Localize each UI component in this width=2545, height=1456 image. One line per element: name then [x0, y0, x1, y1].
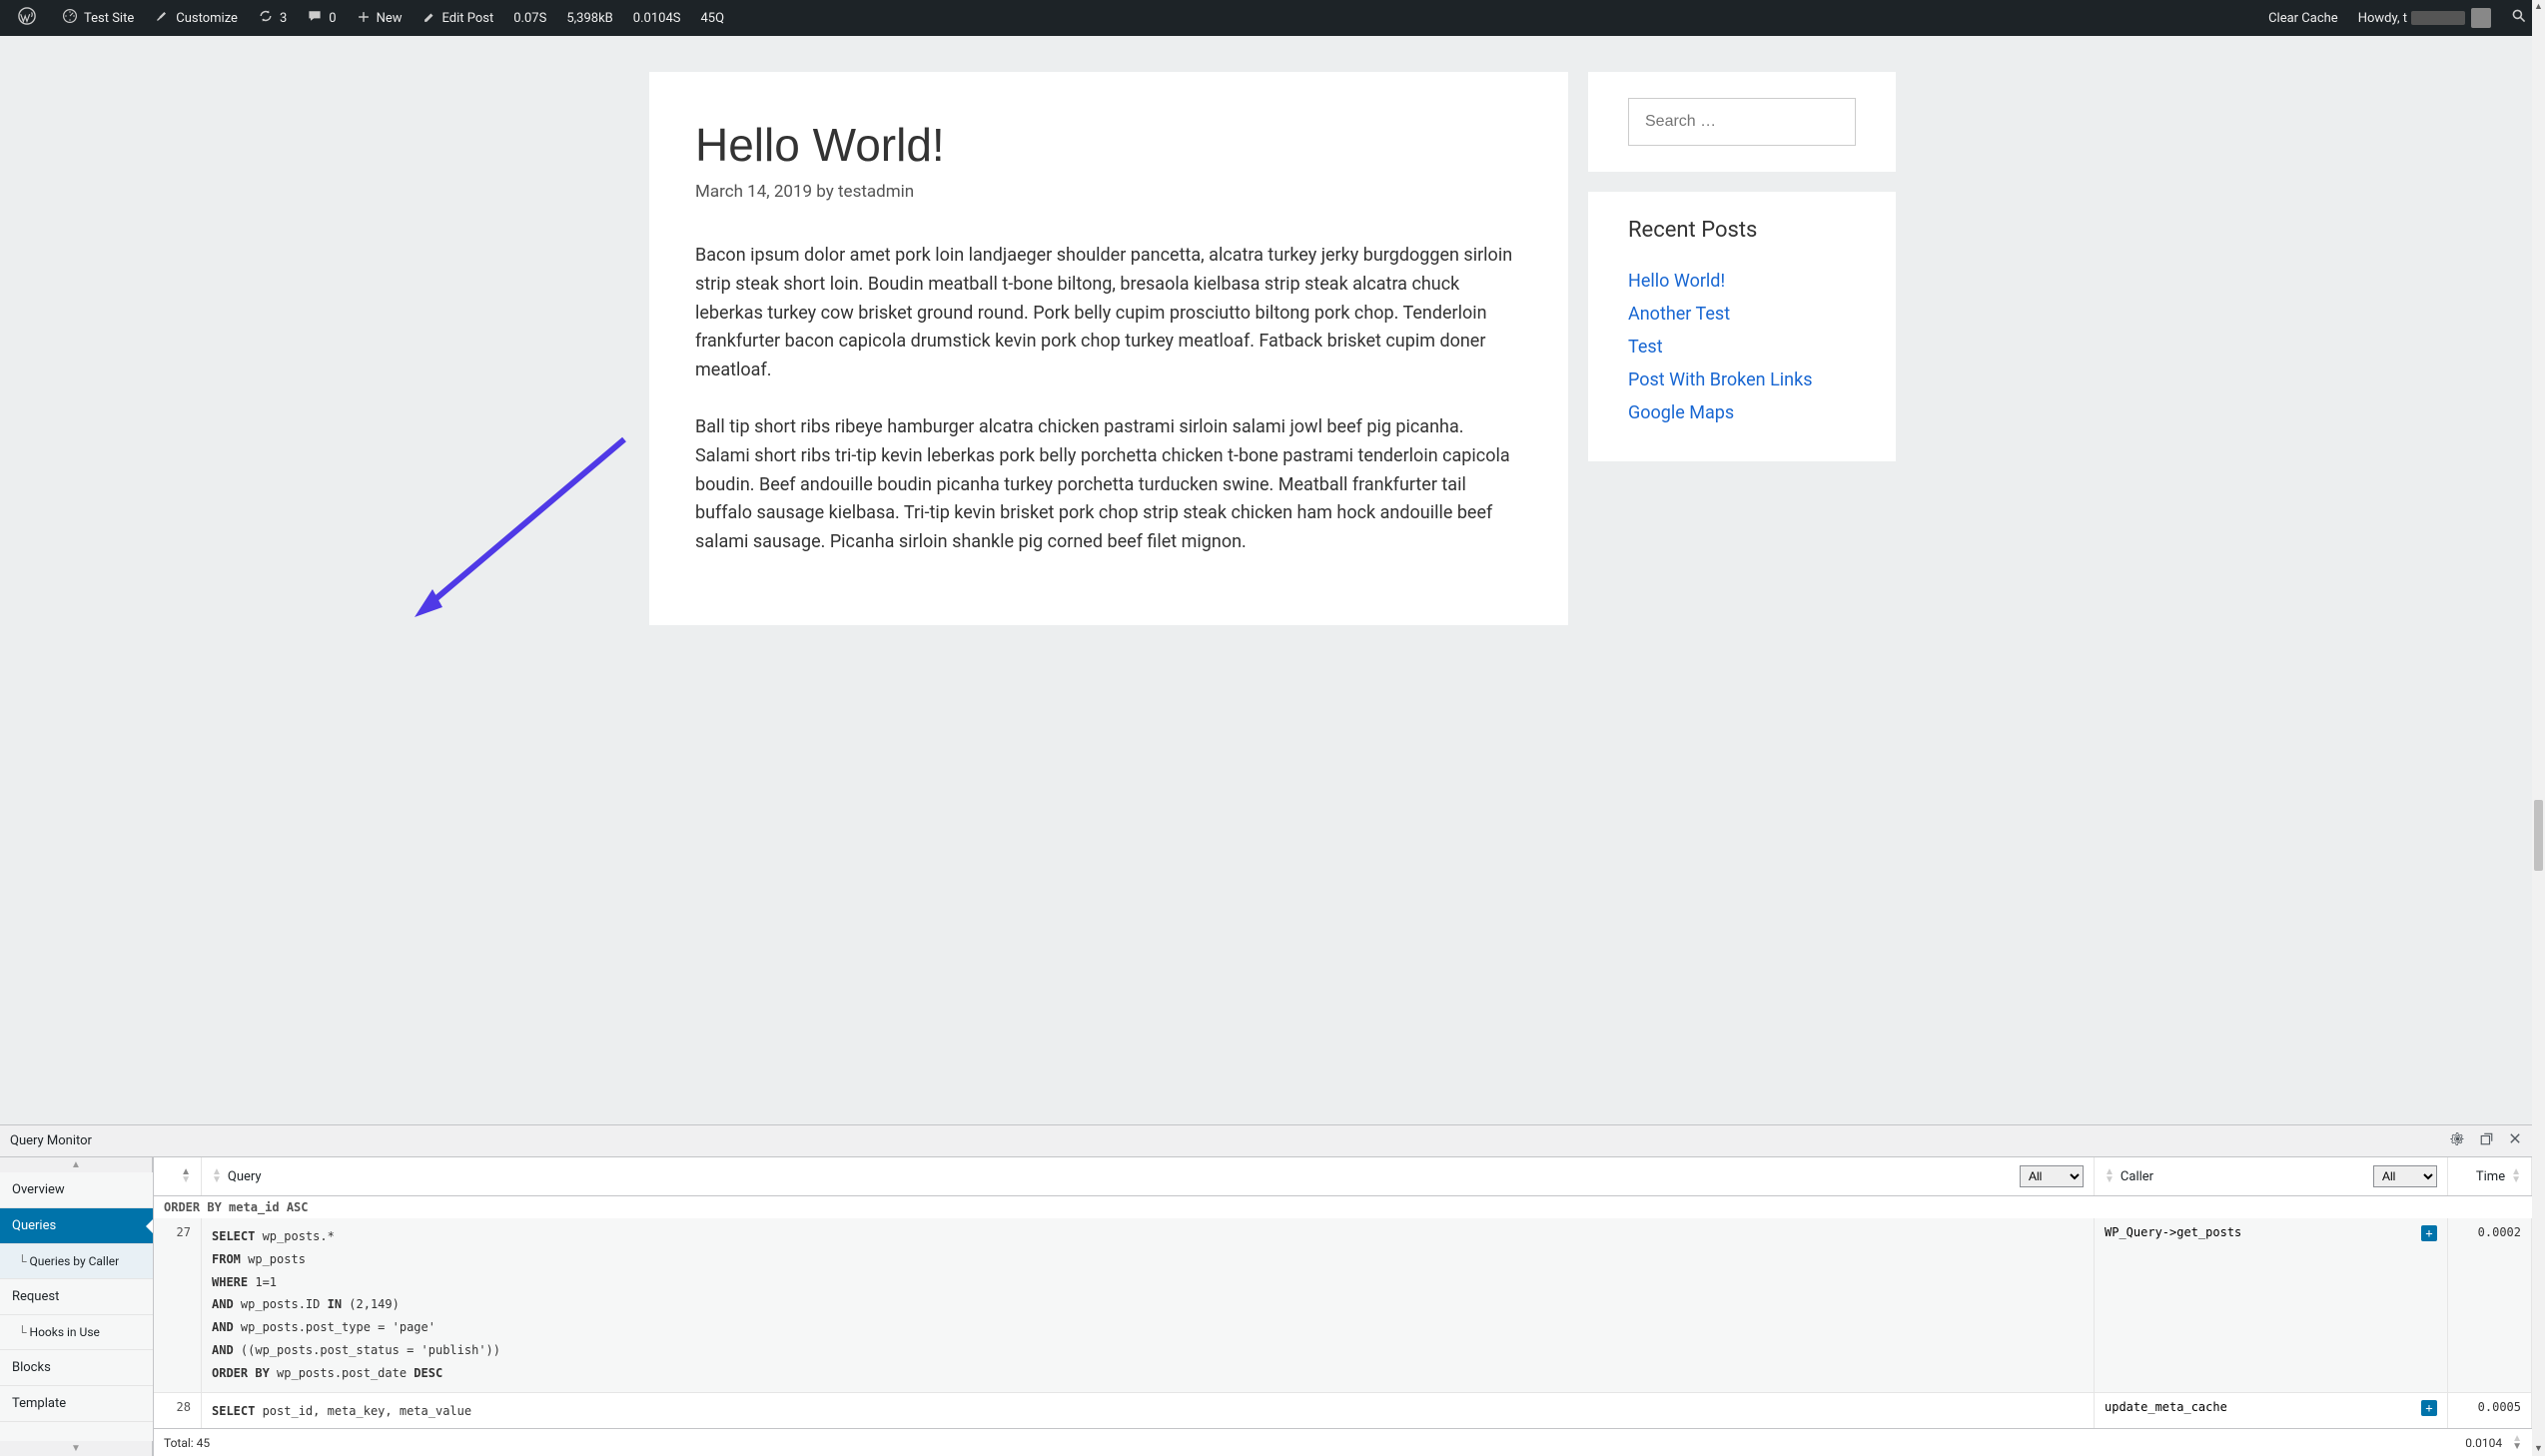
- row-query: SELECT post_id, meta_key, meta_value FRO…: [202, 1393, 2095, 1428]
- wp-admin-bar: Test Site Customize 3 0 New Edit Post 0.…: [0, 0, 2545, 36]
- recent-posts-widget: Recent Posts Hello World! Another Test T…: [1588, 192, 1896, 461]
- row-caller: update_meta_cache +: [2095, 1393, 2448, 1428]
- pencil-icon: [423, 9, 436, 28]
- row-query: SELECT wp_posts.* FROM wp_posts WHERE 1=…: [202, 1218, 2095, 1392]
- table-row: 28 SELECT post_id, meta_key, meta_value …: [154, 1393, 2532, 1428]
- row-caller: WP_Query->get_posts +: [2095, 1218, 2448, 1392]
- post-meta: March 14, 2019 by testadmin: [695, 182, 1522, 202]
- widget-title: Recent Posts: [1628, 218, 1856, 243]
- recent-post-link[interactable]: Test: [1628, 337, 1856, 358]
- query-filter-select[interactable]: All: [2020, 1165, 2084, 1187]
- updates-link[interactable]: 3: [248, 0, 297, 36]
- col-time[interactable]: Time ▲▼: [2448, 1157, 2532, 1195]
- post-title: Hello World!: [695, 118, 1522, 172]
- qm-title: Query Monitor: [10, 1133, 92, 1148]
- gear-icon[interactable]: [2450, 1131, 2465, 1150]
- col-caller[interactable]: ▲▼ Caller All: [2095, 1157, 2448, 1195]
- qm-main: ▲▼ ▲▼ Query All ▲▼ Caller All Time ▲▼ OR…: [154, 1157, 2532, 1456]
- comment-icon: [307, 8, 323, 28]
- caller-filter-select[interactable]: All: [2373, 1165, 2437, 1187]
- brush-icon: [154, 8, 170, 28]
- sort-icon: ▲▼: [2105, 1168, 2115, 1184]
- row-number: 27: [154, 1218, 202, 1392]
- qm-nav-request[interactable]: Request: [0, 1279, 153, 1315]
- close-icon[interactable]: [2508, 1131, 2522, 1150]
- sort-icon: ▲▼: [2512, 1435, 2522, 1451]
- avatar: [2471, 8, 2491, 28]
- edit-post-link[interactable]: Edit Post: [413, 0, 504, 36]
- customize-link[interactable]: Customize: [144, 0, 248, 36]
- expand-caller-button[interactable]: +: [2421, 1225, 2437, 1241]
- row-time: 0.0002: [2448, 1218, 2532, 1392]
- qm-stat-queries[interactable]: 45Q: [690, 0, 734, 36]
- wp-logo[interactable]: [8, 0, 52, 36]
- sidebar: Recent Posts Hello World! Another Test T…: [1588, 72, 1896, 625]
- qm-stat-time[interactable]: 0.07S: [503, 0, 556, 36]
- qm-table-header: ▲▼ ▲▼ Query All ▲▼ Caller All Time ▲▼: [154, 1157, 2532, 1196]
- sort-icon: ▲▼: [181, 1168, 191, 1184]
- recent-post-link[interactable]: Another Test: [1628, 304, 1856, 325]
- qm-rows[interactable]: ORDER BY meta_id ASC 27 SELECT wp_posts.…: [154, 1196, 2532, 1428]
- scroll-down-icon[interactable]: ▼: [0, 1441, 153, 1456]
- qm-stat-dbtime[interactable]: 0.0104S: [623, 0, 691, 36]
- scroll-up-icon[interactable]: ▲: [0, 1157, 153, 1172]
- qm-nav-template[interactable]: Template: [0, 1386, 153, 1422]
- my-account[interactable]: Howdy, t: [2348, 0, 2501, 36]
- query-monitor-panel: Query Monitor ▲ Overview Queries └Querie…: [0, 1124, 2532, 1456]
- scroll-up-icon[interactable]: ▲: [2532, 0, 2545, 14]
- plus-icon: [357, 9, 371, 28]
- browser-scrollbar[interactable]: ▲ ▼: [2532, 0, 2545, 1456]
- post-paragraph: Bacon ipsum dolor amet pork loin landjae…: [695, 242, 1522, 385]
- recent-post-link[interactable]: Hello World!: [1628, 271, 1856, 292]
- qm-footer: Total: 45 0.0104▲▼: [154, 1428, 2532, 1456]
- qm-stat-mem[interactable]: 5,398kB: [556, 0, 622, 36]
- sort-icon: ▲▼: [2511, 1168, 2521, 1184]
- row-number: 28: [154, 1393, 202, 1428]
- qm-nav-queries[interactable]: Queries: [0, 1208, 153, 1244]
- main-content: Hello World! March 14, 2019 by testadmin…: [649, 72, 1568, 625]
- row-time: 0.0005: [2448, 1393, 2532, 1428]
- qm-nav-hooks-in-use[interactable]: └Hooks in Use: [0, 1315, 153, 1350]
- qm-titlebar: Query Monitor: [0, 1125, 2532, 1157]
- dashboard-icon: [62, 8, 78, 28]
- qm-nav-blocks[interactable]: Blocks: [0, 1350, 153, 1386]
- search-widget: [1588, 72, 1896, 172]
- qm-nav: ▲ Overview Queries └Queries by Caller Re…: [0, 1157, 154, 1456]
- search-icon: [2511, 8, 2527, 28]
- search-input[interactable]: [1628, 98, 1856, 146]
- recent-post-link[interactable]: Google Maps: [1628, 402, 1856, 423]
- clear-cache-link[interactable]: Clear Cache: [2258, 0, 2348, 36]
- popout-icon[interactable]: [2479, 1131, 2494, 1150]
- col-query[interactable]: ▲▼ Query All: [202, 1157, 2095, 1195]
- table-row: 27 SELECT wp_posts.* FROM wp_posts WHERE…: [154, 1218, 2532, 1393]
- wordpress-icon: [18, 7, 36, 29]
- new-content-link[interactable]: New: [347, 0, 413, 36]
- post-paragraph: Ball tip short ribs ribeye hamburger alc…: [695, 413, 1522, 557]
- expand-caller-button[interactable]: +: [2421, 1400, 2437, 1416]
- qm-nav-queries-by-caller[interactable]: └Queries by Caller: [0, 1244, 153, 1279]
- scroll-down-icon[interactable]: ▼: [2532, 1442, 2545, 1456]
- update-icon: [258, 8, 274, 28]
- footer-time: 0.0104▲▼: [2465, 1435, 2522, 1451]
- username-redacted: [2411, 11, 2465, 25]
- sort-icon: ▲▼: [212, 1168, 222, 1184]
- comments-link[interactable]: 0: [297, 0, 346, 36]
- site-name-link[interactable]: Test Site: [52, 0, 144, 36]
- footer-total: Total: 45: [164, 1436, 210, 1450]
- recent-post-link[interactable]: Post With Broken Links: [1628, 369, 1856, 390]
- col-number[interactable]: ▲▼: [154, 1157, 202, 1195]
- page-body: Hello World! March 14, 2019 by testadmin…: [0, 36, 2545, 625]
- partial-prev-row: ORDER BY meta_id ASC: [154, 1196, 2532, 1218]
- qm-nav-overview[interactable]: Overview: [0, 1172, 153, 1208]
